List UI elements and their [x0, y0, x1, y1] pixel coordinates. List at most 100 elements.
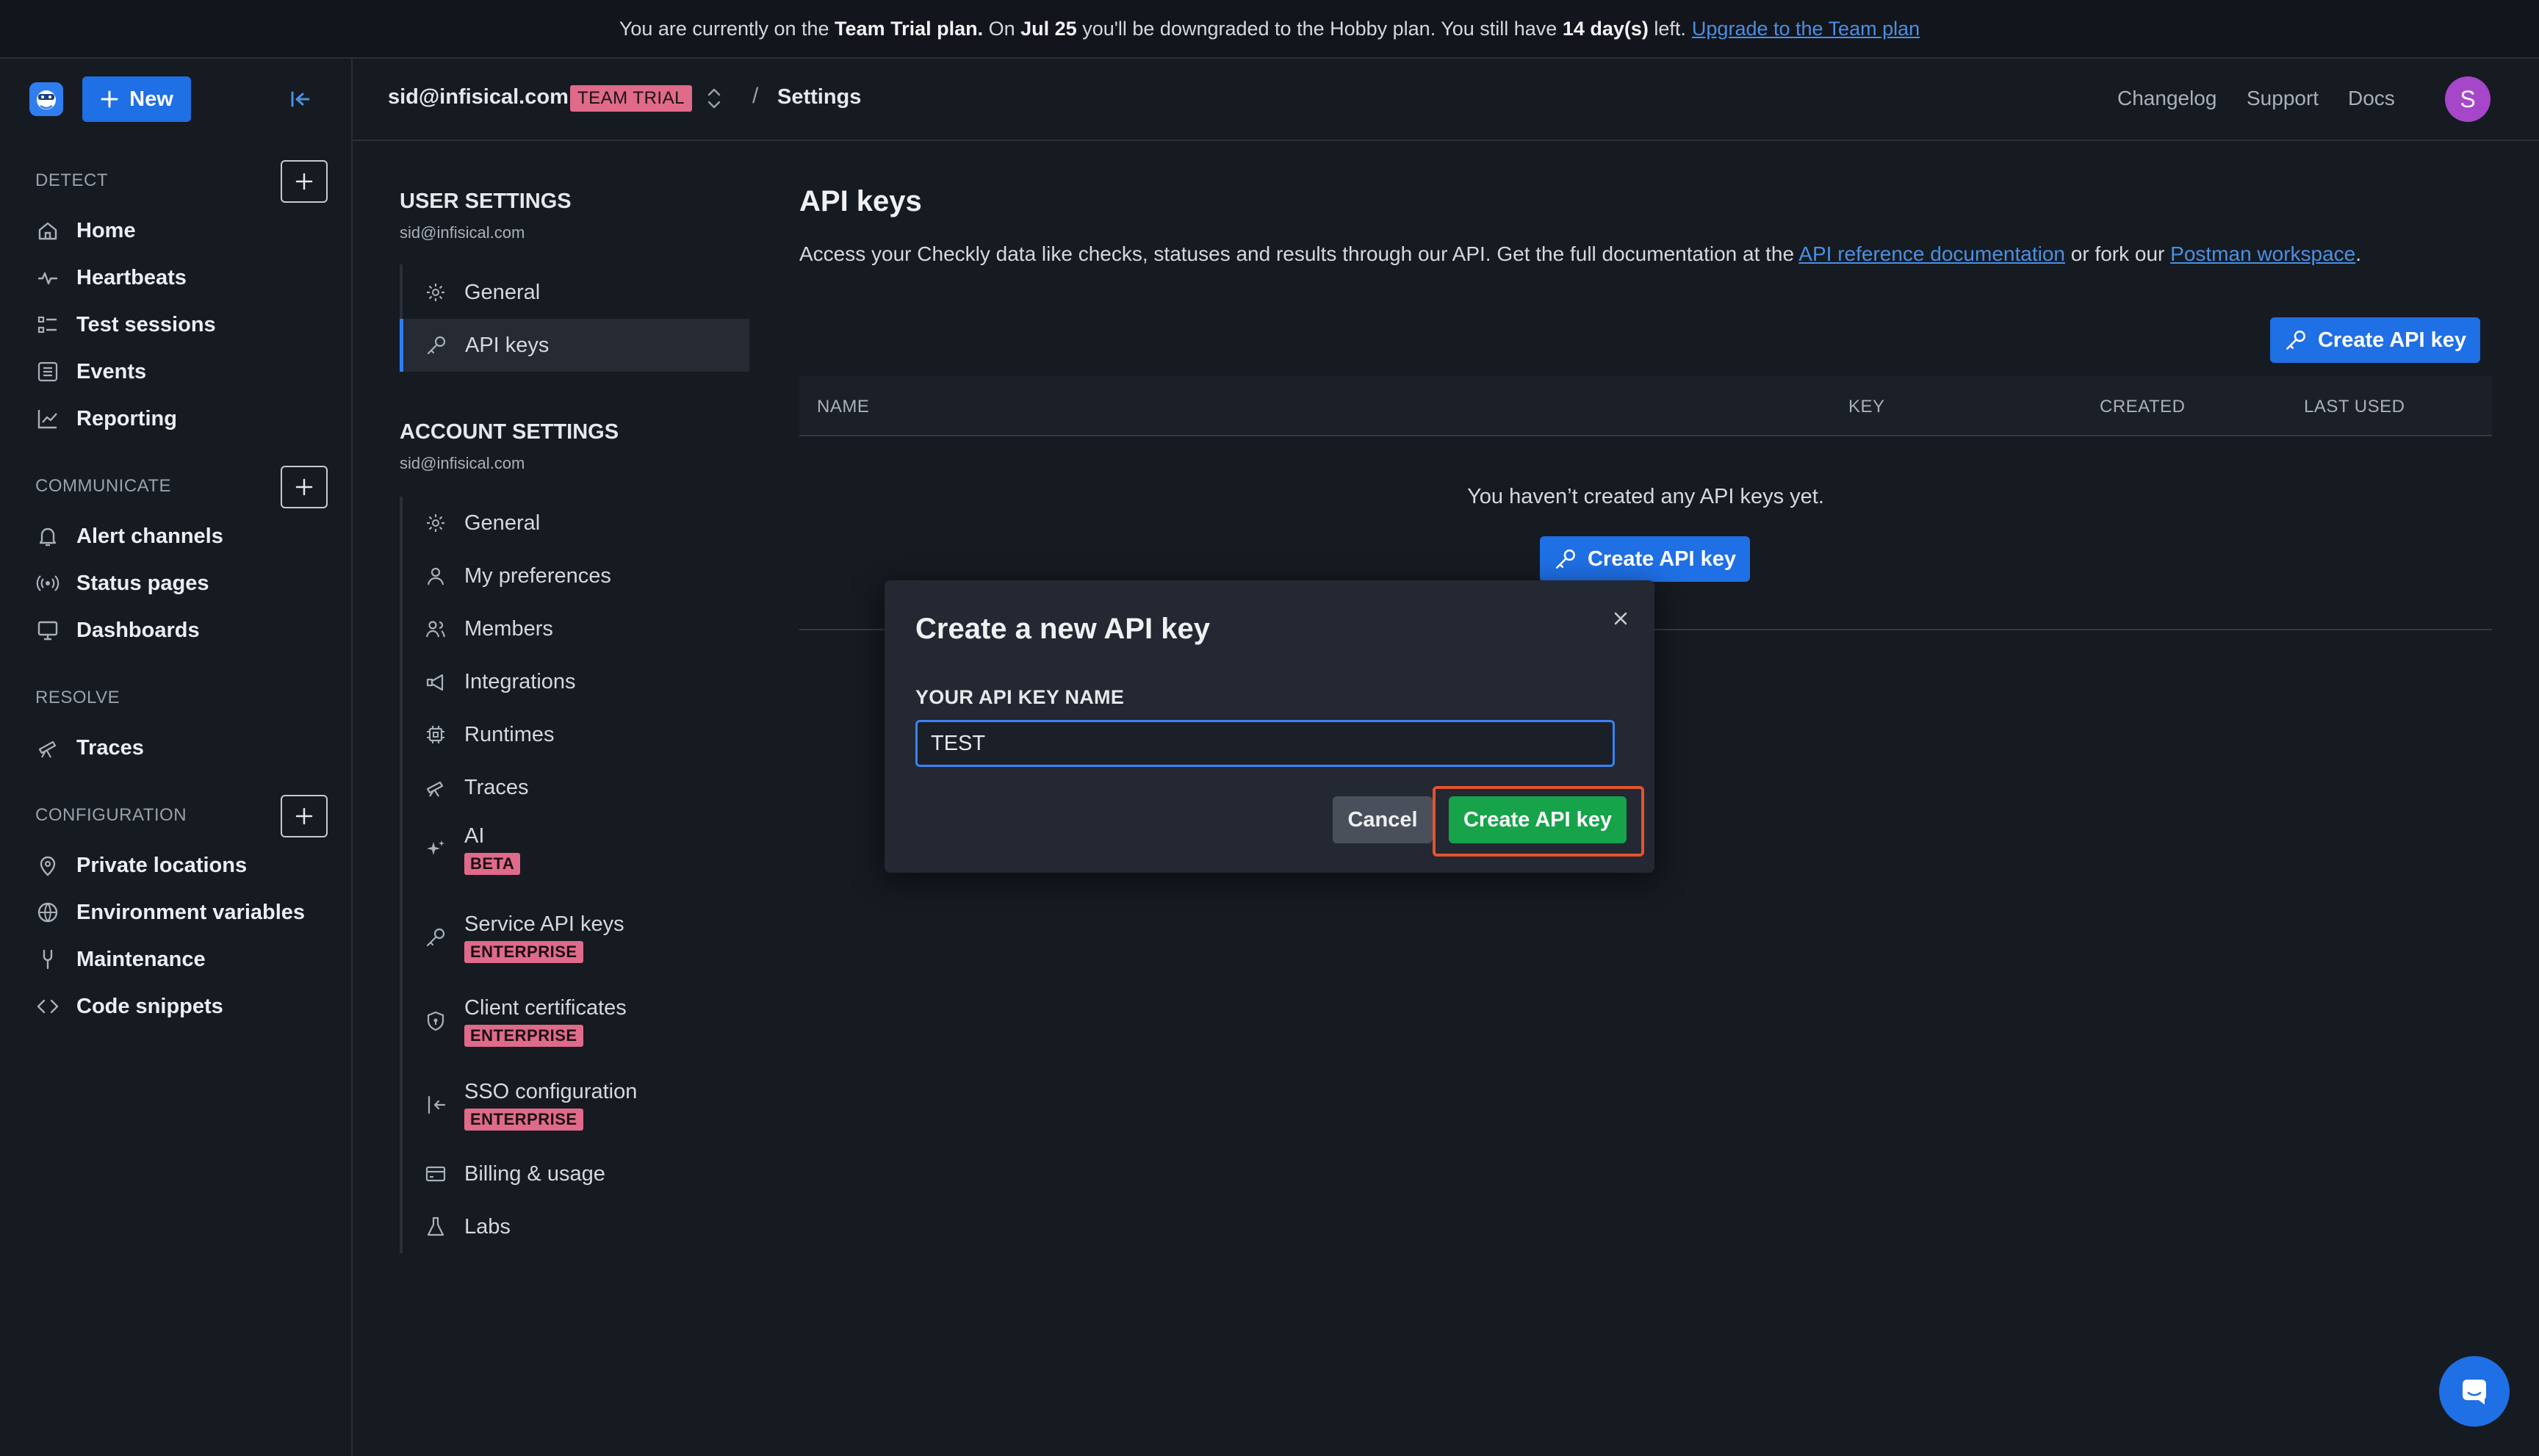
docs-link[interactable]: Docs: [2348, 87, 2395, 110]
key-icon: [424, 333, 449, 358]
settings-item-label: Traces: [464, 775, 529, 799]
confirm-create-api-key-button[interactable]: Create API key: [1449, 796, 1627, 843]
settings-item-my-preferences[interactable]: My preferences: [403, 549, 752, 602]
upgrade-link[interactable]: Upgrade to the Team plan: [1692, 18, 1920, 40]
settings-item-labs[interactable]: Labs: [403, 1200, 752, 1253]
settings-item-sso-configuration[interactable]: SSO configuration ENTERPRISE: [403, 1070, 752, 1140]
new-button[interactable]: New: [82, 76, 191, 122]
sidebar-item-events[interactable]: Events: [35, 354, 146, 389]
home-icon: [35, 218, 60, 243]
settings-item-label: Runtimes: [464, 722, 555, 746]
sidebar-item-label: Maintenance: [76, 947, 206, 971]
add-detect-button[interactable]: [281, 160, 328, 203]
banner-date: Jul 25: [1020, 17, 1077, 40]
sidebar-item-maintenance[interactable]: Maintenance: [35, 942, 206, 977]
chat-icon: [2463, 1380, 2486, 1405]
sidebar-item-label: Reporting: [76, 406, 177, 430]
add-configuration-button[interactable]: [281, 795, 328, 837]
banner-plan: Team Trial plan.: [835, 17, 984, 40]
sidebar-item-status-pages[interactable]: Status pages: [35, 566, 209, 601]
sidebar-item-environment-variables[interactable]: Environment variables: [35, 895, 305, 930]
sidebar-item-label: Code snippets: [76, 994, 223, 1018]
settings-item-label: Client certificates: [464, 995, 627, 1020]
settings-item-account-general[interactable]: General: [403, 497, 752, 549]
logo-icon[interactable]: [29, 82, 63, 116]
column-created: CREATED: [2100, 397, 2186, 417]
settings-item-members[interactable]: Members: [403, 602, 752, 655]
sidebar-item-test-sessions[interactable]: Test sessions: [35, 307, 216, 342]
add-communicate-button[interactable]: [281, 466, 328, 508]
settings-item-label: Integrations: [464, 669, 576, 693]
column-key: KEY: [1848, 397, 1885, 417]
sidebar-item-home[interactable]: Home: [35, 213, 136, 248]
cancel-button[interactable]: Cancel: [1333, 796, 1433, 843]
sign-in-icon: [423, 1092, 448, 1117]
top-header: sid@infisical.com TEAM TRIAL / Settings …: [353, 59, 2539, 141]
gear-icon: [423, 511, 448, 536]
support-link[interactable]: Support: [2247, 87, 2319, 110]
plus-icon: [295, 807, 313, 825]
desc-text: Access your Checkly data like checks, st…: [799, 242, 1799, 265]
key-icon: [1555, 549, 1575, 569]
sidebar-item-label: Dashboards: [76, 618, 200, 642]
sidebar-item-traces[interactable]: Traces: [35, 730, 144, 765]
list-check-icon: [35, 312, 60, 337]
changelog-link[interactable]: Changelog: [2117, 87, 2216, 110]
account-settings-title: ACCOUNT SETTINGS: [400, 420, 619, 444]
settings-item-service-api-keys[interactable]: Service API keys ENTERPRISE: [403, 902, 752, 973]
create-api-key-modal: Create a new API key YOUR API KEY NAME C…: [885, 580, 1654, 873]
sidebar-item-reporting[interactable]: Reporting: [35, 401, 177, 436]
sidebar-item-heartbeats[interactable]: Heartbeats: [35, 260, 187, 295]
users-icon: [423, 616, 448, 641]
column-last-used: LAST USED: [2304, 397, 2405, 417]
settings-item-client-certificates[interactable]: Client certificates ENTERPRISE: [403, 986, 752, 1056]
collapse-sidebar-icon[interactable]: [288, 87, 313, 112]
sidebar-item-private-locations[interactable]: Private locations: [35, 848, 247, 883]
bell-icon: [35, 524, 60, 549]
key-icon: [2286, 330, 2305, 350]
settings-item-traces[interactable]: Traces: [403, 761, 752, 814]
user-settings-email: sid@infisical.com: [400, 223, 525, 242]
telescope-icon: [423, 775, 448, 800]
sidebar-item-alert-channels[interactable]: Alert channels: [35, 519, 223, 554]
sidebar-item-label: Test sessions: [76, 312, 216, 336]
key-icon: [423, 925, 448, 950]
column-name: NAME: [817, 397, 870, 417]
banner-text-2: On: [983, 17, 1021, 40]
avatar[interactable]: S: [2445, 76, 2491, 122]
desc-text: .: [2355, 242, 2362, 265]
api-key-name-input[interactable]: [915, 720, 1615, 767]
close-icon[interactable]: [1607, 605, 1634, 632]
settings-item-billing-usage[interactable]: Billing & usage: [403, 1147, 752, 1200]
plus-icon: [295, 173, 313, 190]
chat-launcher-button[interactable]: [2439, 1356, 2510, 1427]
settings-item-ai[interactable]: AI BETA: [403, 814, 752, 884]
cpu-icon: [423, 722, 448, 747]
sidebar-item-label: Heartbeats: [76, 265, 187, 289]
account-switcher[interactable]: sid@infisical.com: [388, 85, 569, 109]
settings-item-runtimes[interactable]: Runtimes: [403, 708, 752, 761]
desc-text: or fork our: [2064, 242, 2171, 265]
settings-item-label: Labs: [464, 1214, 511, 1239]
settings-item-user-general[interactable]: General: [403, 266, 752, 319]
settings-item-label: SSO configuration: [464, 1079, 638, 1103]
sidebar-item-label: Home: [76, 218, 136, 242]
sidebar-item-label: Environment variables: [76, 900, 306, 924]
postman-workspace-link[interactable]: Postman workspace: [2170, 242, 2355, 265]
sidebar-item-dashboards[interactable]: Dashboards: [35, 613, 200, 648]
chevron-up-down-icon[interactable]: [704, 85, 724, 112]
settings-item-integrations[interactable]: Integrations: [403, 655, 752, 708]
api-reference-link[interactable]: API reference documentation: [1798, 242, 2065, 265]
page-title: API keys: [799, 185, 922, 217]
empty-create-api-key-button[interactable]: Create API key: [1540, 536, 1750, 582]
create-api-key-label: Create API key: [1587, 547, 1737, 571]
settings-item-label: Members: [464, 616, 553, 641]
sidebar-item-label: Events: [76, 359, 147, 383]
settings-item-label: API keys: [465, 333, 550, 357]
sidebar-item-code-snippets[interactable]: Code snippets: [35, 989, 223, 1024]
settings-item-api-keys[interactable]: API keys: [400, 319, 749, 372]
enterprise-badge: ENTERPRISE: [464, 1108, 583, 1131]
monitor-icon: [35, 618, 60, 643]
create-api-key-button[interactable]: Create API key: [2270, 317, 2480, 363]
api-keys-table-header: NAME KEY CREATED LAST USED: [799, 376, 2492, 436]
